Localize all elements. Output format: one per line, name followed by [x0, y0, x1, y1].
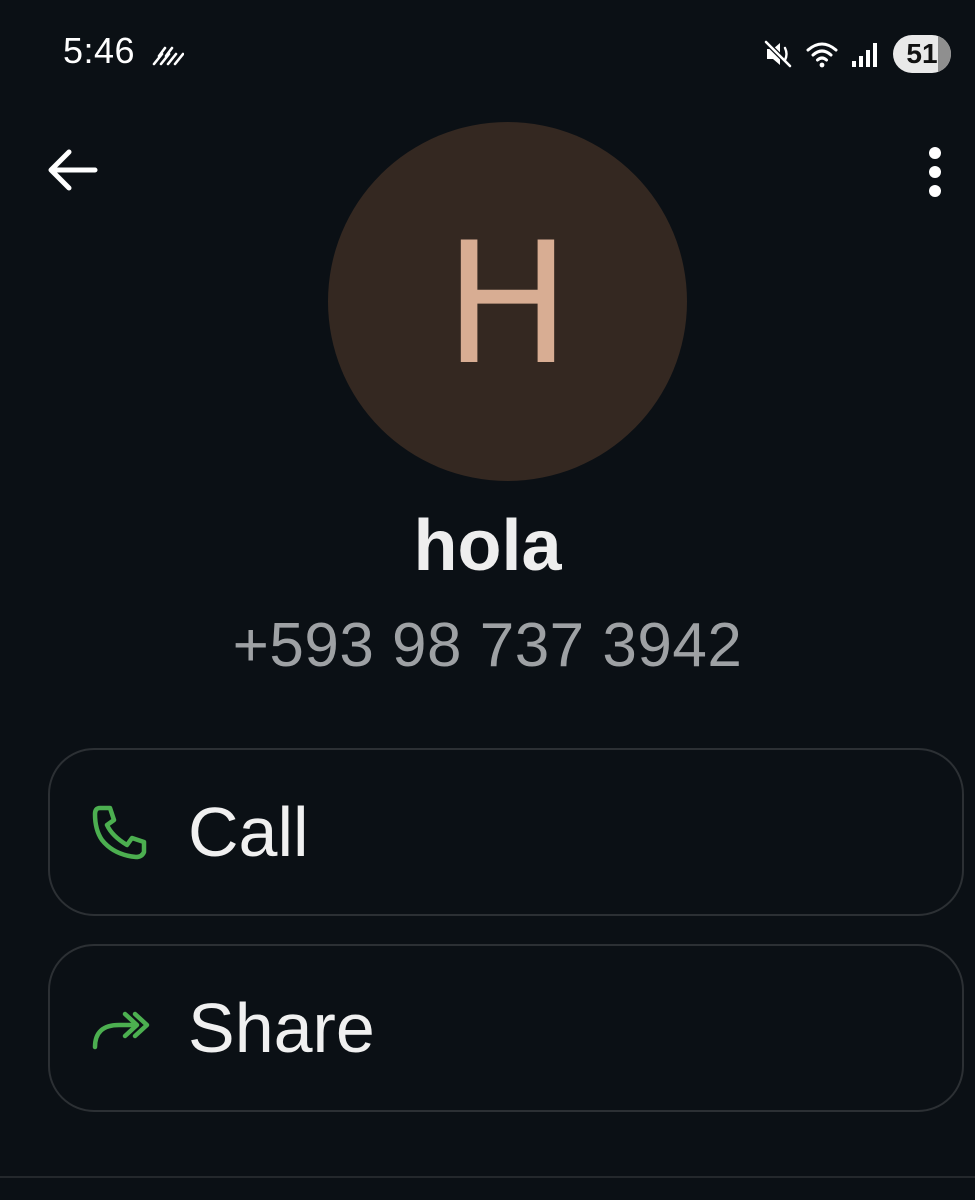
more-vertical-icon	[929, 147, 941, 197]
call-label: Call	[188, 793, 309, 871]
status-time: 5:46	[63, 30, 136, 71]
share-arrow-icon	[88, 996, 152, 1060]
battery-indicator: 51	[893, 35, 951, 73]
share-button[interactable]: Share	[48, 944, 964, 1112]
contact-detail-screen: 5:46 51 H hola +593 98 737 3942 Call Sha…	[0, 0, 975, 1200]
signal-icon	[852, 43, 877, 67]
section-divider	[0, 1176, 975, 1178]
contact-phone-number: +593 98 737 3942	[232, 611, 743, 680]
battery-percentage: 51	[906, 38, 938, 69]
share-label: Share	[188, 989, 375, 1067]
wifi-icon	[806, 42, 838, 68]
arrow-left-icon	[48, 149, 98, 191]
more-options-button[interactable]	[903, 140, 967, 204]
call-button[interactable]: Call	[48, 748, 964, 916]
mute-vibrate-icon	[764, 40, 792, 68]
contact-name: hola	[413, 506, 562, 586]
data-activity-icon	[152, 46, 184, 66]
status-bar: 5:46 51	[0, 0, 975, 110]
contact-avatar: H	[328, 122, 687, 481]
avatar-initial: H	[444, 205, 571, 402]
status-icons: 51	[761, 34, 951, 74]
back-button[interactable]	[36, 138, 108, 202]
phone-icon	[88, 800, 152, 864]
battery-empty-portion	[938, 35, 951, 73]
